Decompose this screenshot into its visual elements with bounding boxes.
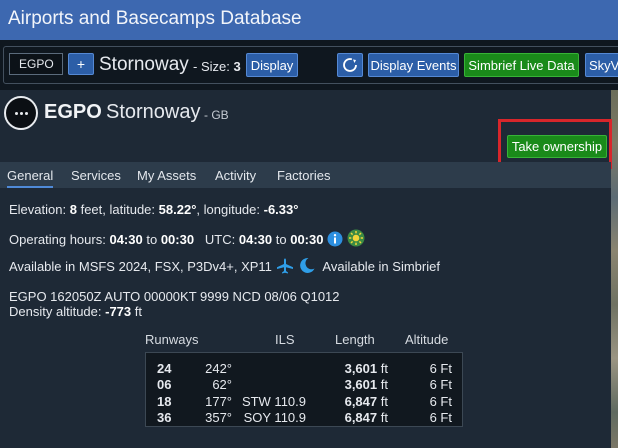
runway-length: 3,601 ft: [322, 361, 388, 376]
runway-heading: 242°: [205, 361, 232, 376]
runway-length: 3,601 ft: [322, 377, 388, 392]
title-bar: Airports and Basecamps Database: [0, 0, 618, 40]
density-value: -773: [105, 304, 132, 319]
display-button[interactable]: Display: [246, 53, 298, 77]
elevation-value: 8: [69, 202, 77, 217]
length-unit: ft: [380, 394, 388, 409]
length-unit: ft: [380, 410, 388, 425]
tab-general[interactable]: General: [7, 168, 54, 188]
runway-altitude: 6 Ft: [429, 394, 452, 409]
tab-activity[interactable]: Activity: [215, 168, 256, 183]
elevation-label: Elevation:: [9, 202, 67, 217]
toolbar: + Stornoway - Size: 3 Display Display Ev…: [0, 40, 618, 90]
utc-close: 00:30: [290, 232, 324, 247]
airport-menu-button[interactable]: [4, 96, 38, 130]
availability-line: Available in MSFS 2024, FSX, P3Dv4+, XP1…: [9, 257, 440, 274]
runway-altitude: 6 Ft: [429, 410, 452, 425]
available-label: Available in MSFS 2024, FSX, P3Dv4+, XP1…: [9, 259, 272, 274]
sun-icon: [347, 229, 365, 247]
toolbar-airport-name: Stornoway: [99, 54, 189, 75]
length-value: 6,847: [344, 410, 378, 425]
runway-altitude: 6 Ft: [429, 377, 452, 392]
elevation-line: Elevation: 8 feet, latitude: 58.22°, lon…: [9, 202, 298, 217]
density-altitude-line: Density altitude: -773 ft: [9, 304, 142, 319]
runway-heading: 357°: [205, 410, 232, 425]
app-title: Airports and Basecamps Database: [8, 8, 302, 29]
hours-open: 04:30: [109, 232, 143, 247]
refresh-button[interactable]: [337, 53, 363, 77]
longitude-value: -6.33°: [263, 202, 299, 217]
runway-length: 6,847 ft: [322, 394, 388, 409]
runway-ils: SOY 110.9: [243, 410, 306, 425]
tab-factories[interactable]: Factories: [277, 168, 330, 183]
runway-id: 24: [157, 361, 172, 376]
refresh-icon: [343, 58, 357, 72]
hours-to: to: [146, 232, 158, 247]
add-button[interactable]: +: [68, 53, 94, 75]
metar: EGPO 162050Z AUTO 00000KT 9999 NCD 08/06…: [9, 289, 340, 304]
utc-open: 04:30: [238, 232, 273, 247]
simbrief-live-data-button[interactable]: Simbrief Live Data: [464, 53, 579, 77]
more-icon: [14, 111, 28, 115]
altitude-header: Altitude: [405, 332, 449, 347]
length-value: 6,847: [344, 394, 378, 409]
take-ownership-button[interactable]: Take ownership: [507, 135, 607, 158]
runway-length: 6,847 ft: [322, 410, 388, 425]
runway-id: 18: [157, 394, 172, 409]
runway-altitude: 6 Ft: [429, 361, 452, 376]
hours-label: Operating hours:: [9, 232, 106, 247]
length-header: Length: [335, 332, 375, 347]
map-view[interactable]: [611, 90, 618, 448]
simbrief-available: Available in Simbrief: [322, 259, 440, 274]
runway-heading: 177°: [205, 394, 232, 409]
utc-to: to: [275, 232, 287, 247]
density-label: Density altitude:: [9, 304, 102, 319]
operating-hours-line: Operating hours: 04:30 to 00:30 UTC: 04:…: [9, 229, 365, 247]
ils-header: ILS: [275, 332, 295, 347]
utc-label: UTC:: [204, 232, 236, 247]
runway-id: 36: [157, 410, 172, 425]
info-icon[interactable]: [327, 231, 343, 247]
length-value: 3,601: [344, 361, 378, 376]
tab-services[interactable]: Services: [71, 168, 121, 183]
icao-search-input[interactable]: [9, 53, 63, 75]
longitude-label: , longitude:: [196, 202, 260, 217]
airplane-icon: [276, 258, 293, 274]
runways-header: Runways: [145, 332, 199, 347]
hours-close: 00:30: [160, 232, 195, 247]
display-events-button[interactable]: Display Events: [368, 53, 459, 77]
airport-size: - Size: 3: [193, 59, 241, 74]
size-prefix: - Size:: [193, 59, 230, 74]
length-value: 3,601: [344, 377, 378, 392]
size-value: 3: [233, 59, 241, 74]
length-unit: ft: [380, 361, 388, 376]
airport-country: - GB: [204, 108, 229, 122]
skyve-button[interactable]: SkyVe: [585, 53, 618, 77]
density-unit: ft: [134, 304, 143, 319]
moon-icon: [300, 257, 315, 273]
latitude-value: 58.22°: [158, 202, 197, 217]
runway-ils: STW 110.9: [241, 394, 306, 409]
tab-bar: General Services My Assets Activity Fact…: [0, 162, 611, 188]
airport-name: Stornoway: [106, 101, 201, 123]
runway-heading: 62°: [212, 377, 232, 392]
length-unit: ft: [380, 377, 388, 392]
runway-id: 06: [157, 377, 172, 392]
airport-icao: EGPO: [44, 101, 102, 123]
elevation-unit: feet, latitude:: [80, 202, 156, 217]
tab-my-assets[interactable]: My Assets: [137, 168, 196, 183]
